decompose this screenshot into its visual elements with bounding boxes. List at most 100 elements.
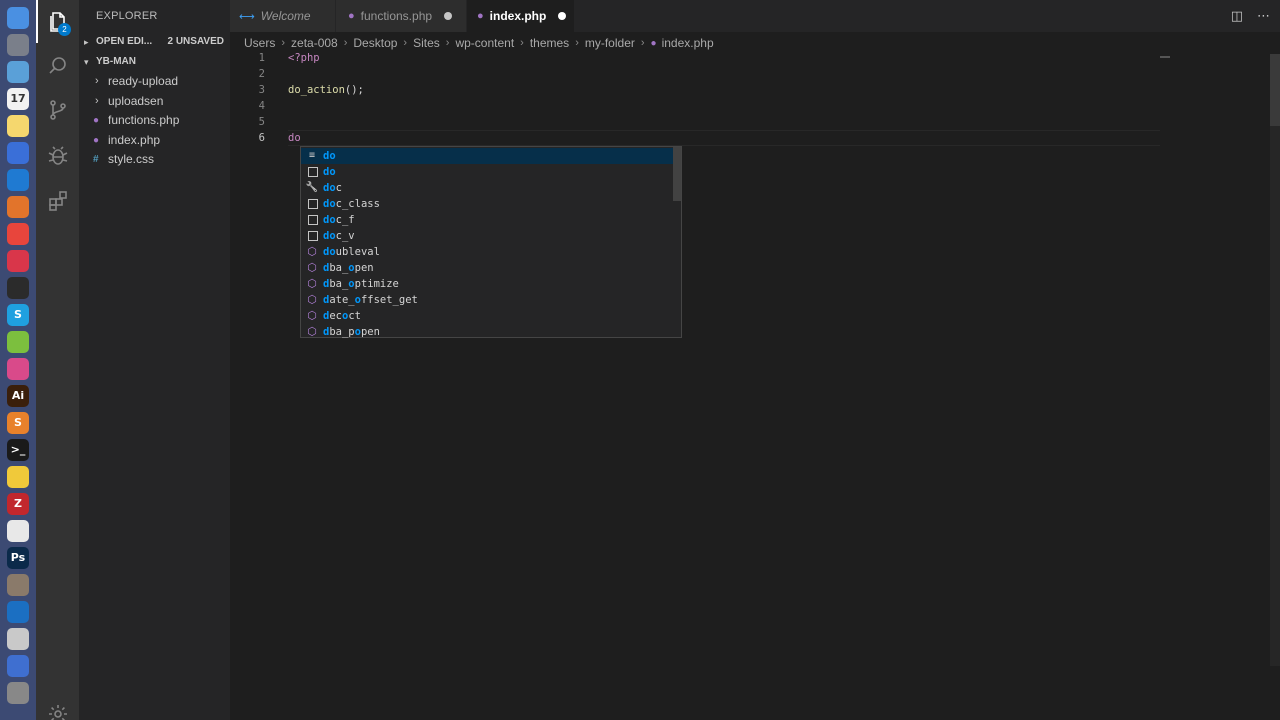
photoshop-icon[interactable]: Ps: [7, 546, 29, 569]
more-actions-icon[interactable]: ⋯: [1257, 8, 1270, 24]
method-cube-icon: ⬡: [307, 245, 317, 258]
vscode-icon[interactable]: [7, 168, 29, 191]
suggestion-item[interactable]: doc_f: [301, 212, 673, 228]
unsaved-count: 2 UNSAVED: [167, 36, 225, 47]
suggestion-item[interactable]: ⬡ dba_optimize: [301, 276, 673, 292]
suggestion-rest: ec: [329, 310, 342, 322]
paw-app-icon[interactable]: [7, 276, 29, 299]
flag-app-icon[interactable]: [7, 654, 29, 677]
chevron-right-icon: ›: [575, 37, 579, 49]
tree-item-folder[interactable]: › ready-upload: [79, 72, 230, 92]
breadcrumb-item[interactable]: wp-content: [455, 36, 514, 50]
suggestion-match: do: [323, 166, 336, 178]
tab-label: Welcome: [260, 9, 311, 23]
suggest-widget: ≡ do do 🔧 doc doc_class doc_f doc_v ⬡ doubleval ⬡ d…: [300, 146, 682, 338]
suggest-scrollbar[interactable]: [673, 147, 681, 201]
suggestion-item[interactable]: doc_class: [301, 196, 673, 212]
suggestion-match: do: [323, 182, 336, 194]
music-icon[interactable]: [7, 357, 29, 380]
calendar-icon[interactable]: 17: [7, 87, 29, 110]
affinity-icon[interactable]: [7, 195, 29, 218]
project-header[interactable]: ▾ YB-MAN: [79, 52, 230, 72]
tree-item-folder[interactable]: › uploadsen: [79, 92, 230, 112]
chrome-icon[interactable]: [7, 222, 29, 245]
editor-scrollbar-thumb[interactable]: [1270, 54, 1280, 126]
split-editor-icon[interactable]: ◫: [1231, 8, 1243, 24]
suggestion-match: do: [323, 150, 336, 162]
breadcrumb-item[interactable]: Sites: [413, 36, 440, 50]
suggestion-item[interactable]: ⬡ date_offset_get: [301, 292, 673, 308]
tab-label: index.php: [489, 9, 547, 23]
suggestion-item[interactable]: 🔧 doc: [301, 180, 673, 196]
system-app-icon[interactable]: [7, 681, 29, 704]
script-icon[interactable]: [7, 627, 29, 650]
sublime-icon[interactable]: S: [7, 411, 29, 434]
preview-icon[interactable]: [7, 60, 29, 83]
illustrator-icon[interactable]: Ai: [7, 384, 29, 407]
tree-item-label: style.css: [108, 152, 155, 166]
tab-label: functions.php: [360, 9, 433, 23]
open-editors-header[interactable]: ▸ OPEN EDI... 2 UNSAVED: [79, 32, 230, 52]
search-activity[interactable]: [36, 44, 79, 87]
php-file-icon: ●: [348, 10, 355, 22]
chevron-right-icon: ›: [403, 37, 408, 49]
method-cube-icon: ⬡: [307, 277, 317, 290]
suggestion-item[interactable]: ⬡ doubleval: [301, 244, 673, 260]
suggestion-item[interactable]: ⬡ decoct: [301, 308, 673, 324]
automator-icon[interactable]: [7, 573, 29, 596]
finder-icon[interactable]: [7, 6, 29, 29]
filezilla-icon[interactable]: Z: [7, 492, 29, 515]
skype-icon[interactable]: S: [7, 303, 29, 326]
breadcrumb-item[interactable]: Desktop: [353, 36, 397, 50]
tree-item-label: functions.php: [108, 113, 180, 127]
manage-activity[interactable]: [36, 692, 79, 720]
php-file-icon: ●: [93, 115, 100, 126]
suggestion-item[interactable]: ⬡ dba_open: [301, 260, 673, 276]
extensions-activity[interactable]: [36, 179, 79, 222]
breadcrumb-item[interactable]: themes: [530, 36, 569, 50]
cyberduck-icon[interactable]: [7, 465, 29, 488]
breadcrumb-item[interactable]: Users: [244, 36, 275, 50]
suggestion-item[interactable]: ⬡ dba_popen: [301, 324, 673, 340]
source-control-activity[interactable]: [36, 88, 79, 131]
chevron-right-icon: ›: [343, 37, 348, 49]
tree-item-file[interactable]: ● index.php: [79, 131, 230, 151]
unsaved-dot-icon[interactable]: [444, 12, 453, 20]
android-icon[interactable]: [7, 330, 29, 353]
launchpad-icon[interactable]: [7, 33, 29, 56]
minimap: [1160, 56, 1170, 58]
tree-item-file[interactable]: ● functions.php: [79, 111, 230, 131]
quicktime-icon[interactable]: [7, 600, 29, 623]
file-tree: › ready-upload › uploadsen ● functions.p…: [79, 72, 230, 170]
method-cube-icon: ⬡: [307, 325, 317, 338]
suggestion-rest: pen: [354, 262, 374, 274]
source-control-icon: [49, 99, 66, 120]
suggestion-rest: ate_: [329, 294, 355, 306]
textedit-icon[interactable]: [7, 519, 29, 542]
breadcrumb-item[interactable]: zeta-008: [291, 36, 338, 50]
breadcrumb-item[interactable]: my-folder: [585, 36, 635, 50]
suggestion-item[interactable]: ≡ do: [301, 148, 673, 164]
pen-tool-icon[interactable]: [7, 141, 29, 164]
suggestion-rest: ptimize: [354, 278, 399, 290]
activity-bar: 2: [36, 0, 79, 720]
red-app-icon[interactable]: [7, 249, 29, 272]
debug-activity[interactable]: [36, 134, 79, 177]
editor-scrollbar[interactable]: [1270, 54, 1280, 666]
notes-icon[interactable]: [7, 114, 29, 137]
tree-item-file[interactable]: # style.css: [79, 150, 230, 170]
suggestion-item[interactable]: do: [301, 164, 673, 180]
suggestion-item[interactable]: doc_v: [301, 228, 673, 244]
suggestion-match: do: [323, 246, 336, 258]
breadcrumb-item[interactable]: index.php: [662, 36, 714, 50]
terminal-icon[interactable]: >_: [7, 438, 29, 461]
explorer-activity[interactable]: 2: [36, 0, 79, 43]
tab-functions-php[interactable]: ● functions.php: [336, 0, 467, 32]
chevron-right-icon: ›: [95, 94, 99, 107]
tab-welcome[interactable]: ⟷ Welcome: [230, 0, 336, 32]
suggestion-rest: ba_: [329, 262, 349, 274]
chevron-right-icon: ›: [281, 37, 286, 49]
bug-icon: [48, 145, 67, 165]
unsaved-dot-icon[interactable]: [558, 12, 567, 20]
tab-index-php[interactable]: ● index.php: [467, 0, 575, 32]
